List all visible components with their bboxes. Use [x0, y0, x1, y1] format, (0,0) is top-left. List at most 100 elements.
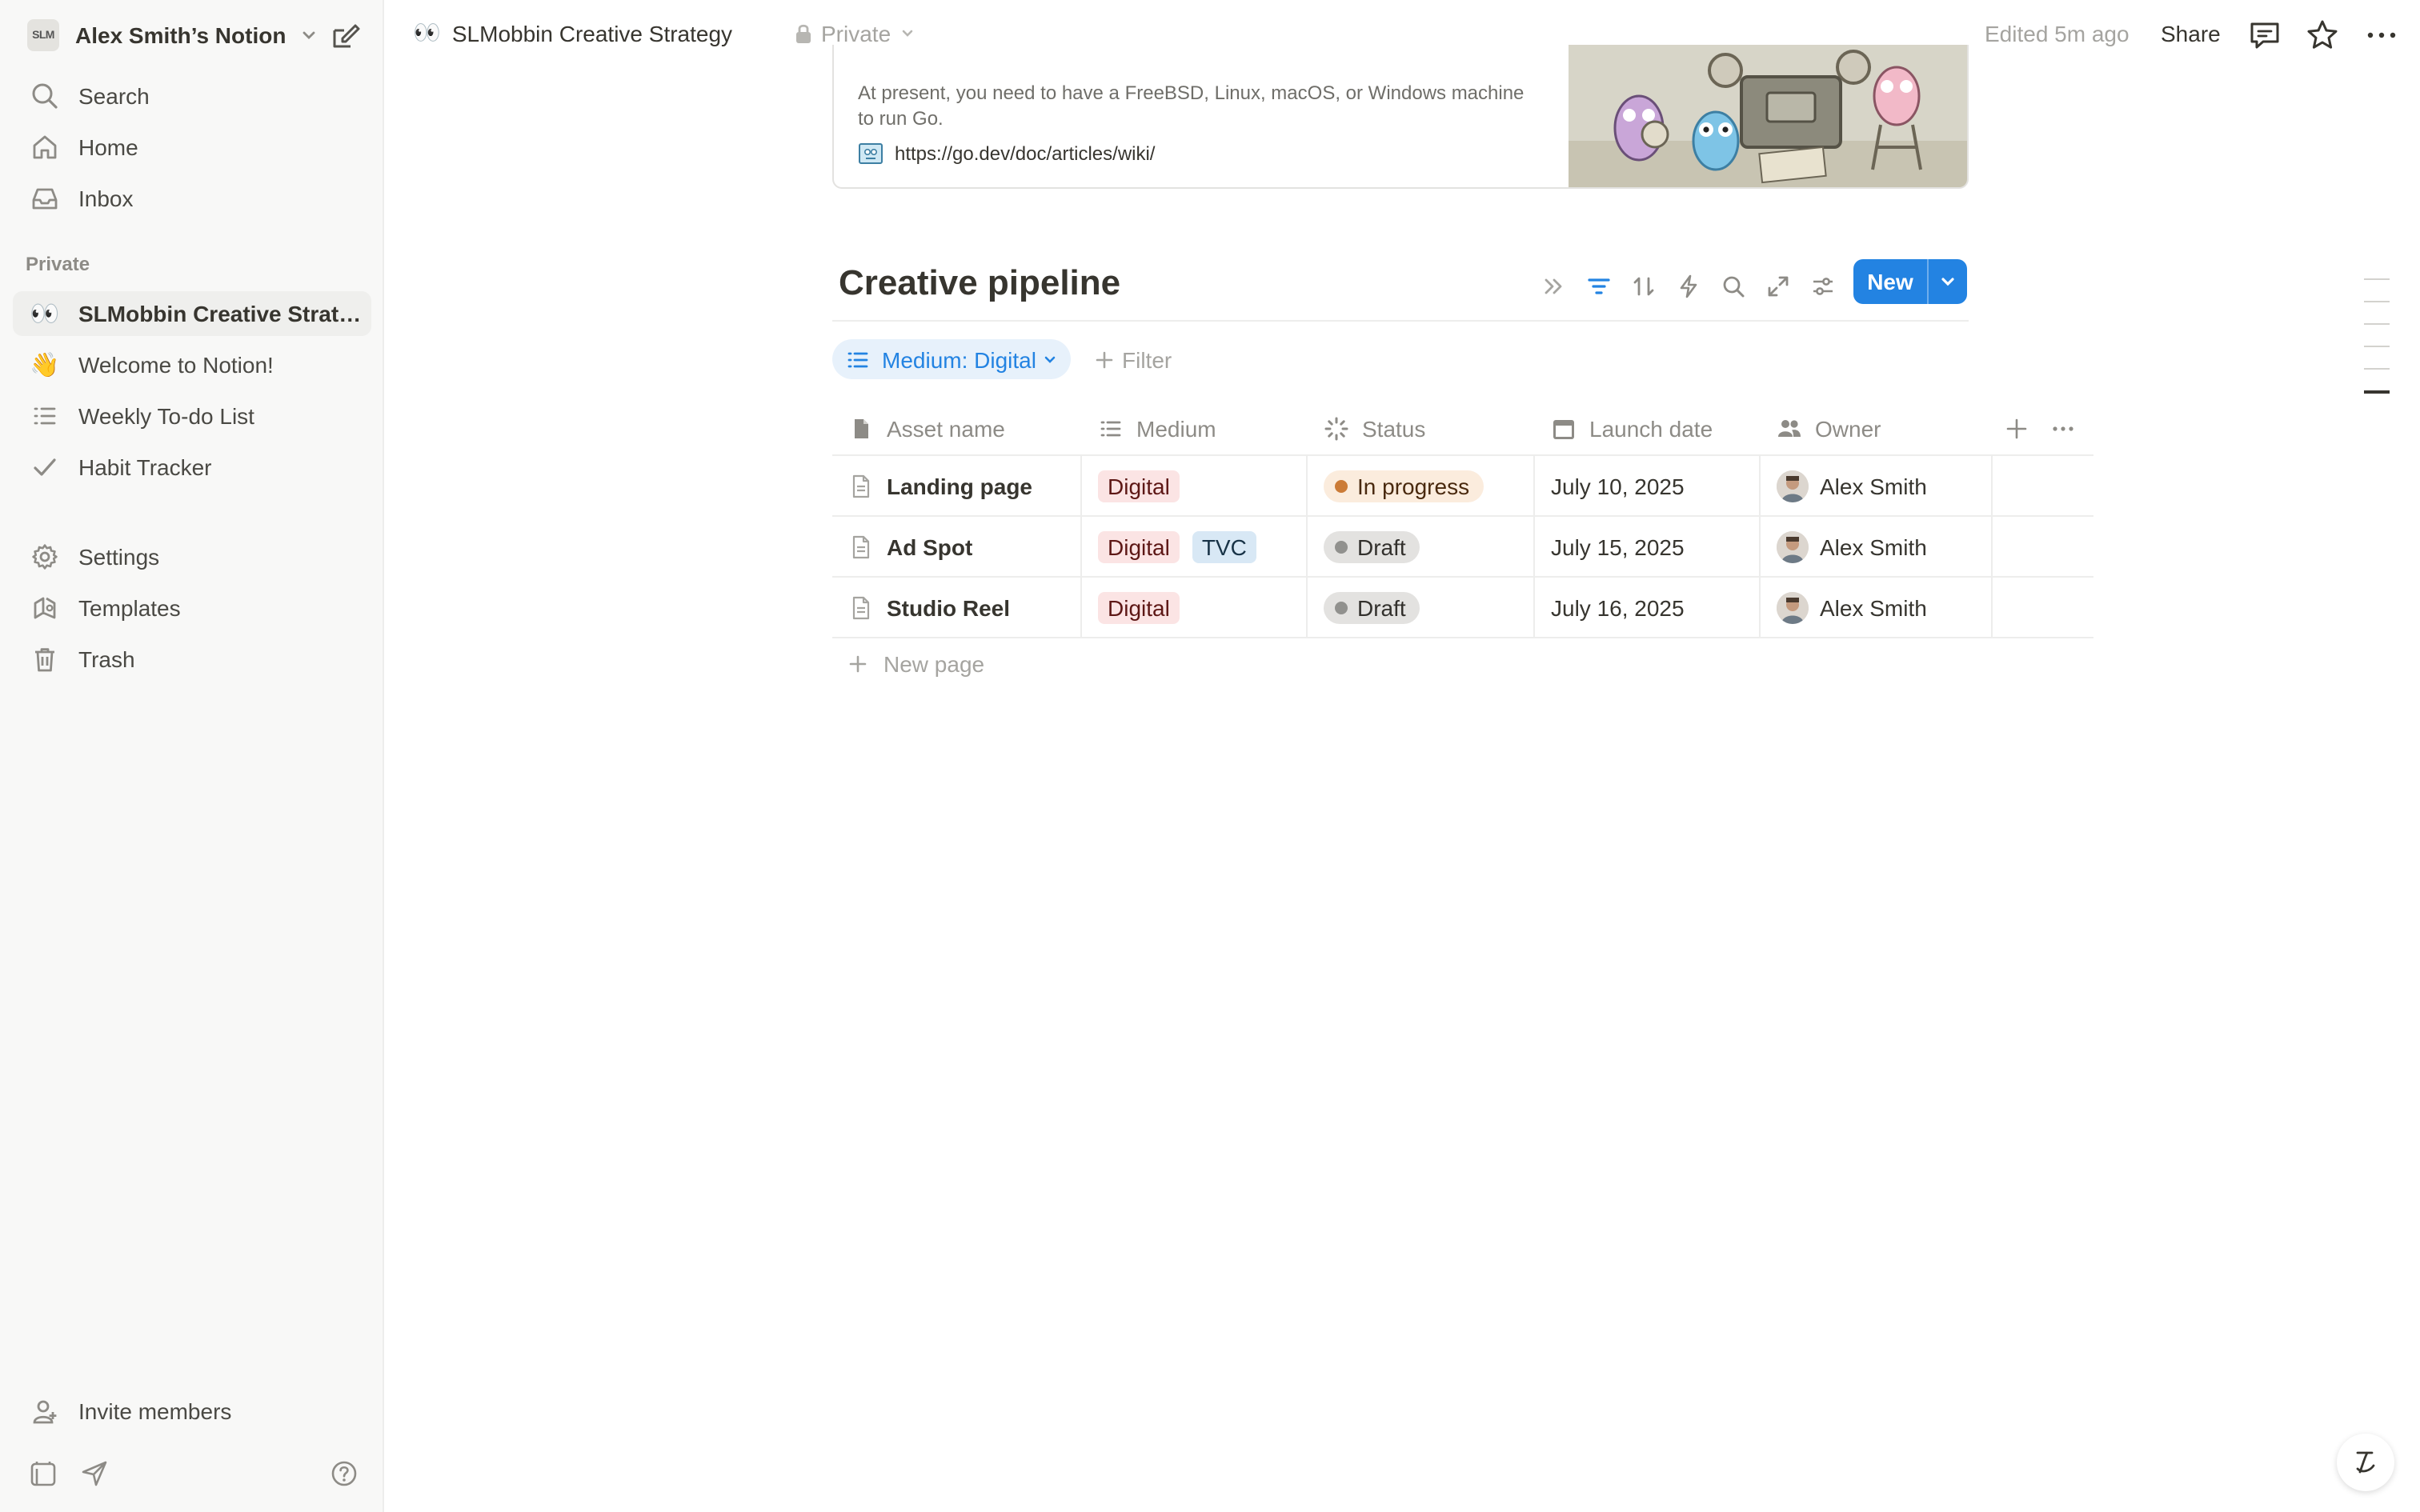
more-options-icon[interactable] [2364, 18, 2399, 53]
status-cell[interactable]: Draft [1308, 578, 1535, 637]
owner-cell[interactable]: Alex Smith [1761, 517, 1993, 576]
sidebar-item-habit-tracker[interactable]: Habit Tracker [13, 445, 371, 490]
sidebar-item-templates[interactable]: Templates [13, 586, 371, 630]
breadcrumb[interactable]: 👀 SLMobbin Creative Strategy [413, 19, 732, 46]
workspace-switcher[interactable]: SLM Alex Smith’s Notion [13, 13, 371, 58]
sidebar-item-welcome[interactable]: 👋 Welcome to Notion! [13, 342, 371, 387]
column-header-owner[interactable]: Owner [1761, 403, 1993, 454]
status-cell[interactable]: Draft [1308, 517, 1535, 576]
more-options-icon[interactable] [2050, 418, 2076, 440]
list-icon [1098, 416, 1124, 442]
owner-cell[interactable]: Alex Smith [1761, 456, 1993, 515]
status-cell[interactable]: In progress [1308, 456, 1535, 515]
sidebar-item-label: Search [78, 83, 150, 109]
table-of-contents-minimap[interactable] [2364, 278, 2390, 414]
medium-tag: Digital [1098, 530, 1180, 562]
owner-cell[interactable]: Alex Smith [1761, 578, 1993, 637]
avatar [1777, 530, 1809, 562]
asset-name-cell[interactable]: Ad Spot [832, 517, 1082, 576]
ai-assistant-button[interactable] [2337, 1434, 2394, 1491]
workspace-name: Alex Smith’s Notion [75, 22, 286, 48]
share-button[interactable]: Share [2161, 21, 2221, 46]
add-filter-button[interactable]: Filter [1095, 347, 1172, 373]
expand-icon[interactable] [1764, 272, 1793, 301]
asset-name-cell[interactable]: Studio Reel [832, 578, 1082, 637]
search-icon[interactable] [1719, 272, 1748, 301]
invite-members-button[interactable]: Invite members [13, 1389, 371, 1434]
launch-date-cell[interactable]: July 16, 2025 [1535, 578, 1761, 637]
sidebar-item-search[interactable]: Search [13, 74, 371, 118]
star-icon[interactable] [2305, 18, 2340, 53]
sidebar-item-weekly-todo[interactable]: Weekly To-do List [13, 394, 371, 438]
launch-date-cell[interactable]: July 15, 2025 [1535, 517, 1761, 576]
chevron-down-icon[interactable] [1929, 272, 1967, 291]
column-header-medium[interactable]: Medium [1082, 403, 1308, 454]
new-page-compose-icon[interactable] [328, 19, 363, 54]
sidebar-item-home[interactable]: Home [13, 125, 371, 170]
empty-cell [1993, 517, 2093, 576]
chevron-down-icon [1045, 355, 1056, 362]
table-row[interactable]: Studio Reel Digital Draft July 16, 2025 … [832, 578, 2093, 638]
table-row[interactable]: Landing page Digital In progress July 10… [832, 456, 2093, 517]
asset-name: Landing page [887, 473, 1032, 498]
trash-icon [29, 643, 61, 675]
web-bookmark-card[interactable]: At present, you need to have a FreeBSD, … [832, 45, 1969, 189]
add-filter-label: Filter [1122, 347, 1172, 373]
settings-sliders-icon[interactable] [1809, 272, 1837, 301]
add-property-plus-icon[interactable] [2005, 418, 2028, 440]
medium-tag: Digital [1098, 591, 1180, 623]
sidebar-item-trash[interactable]: Trash [13, 637, 371, 682]
sidebar-item-label: Settings [78, 544, 160, 570]
privacy-menu[interactable]: Private [794, 21, 915, 46]
calendar-icon[interactable] [29, 1459, 58, 1488]
double-chevron-right-icon[interactable] [1540, 272, 1569, 301]
sidebar-item-label: Welcome to Notion! [78, 352, 274, 378]
status-label: In progress [1357, 473, 1470, 498]
medium-cell[interactable]: Digital TVC [1082, 517, 1308, 576]
section-label-private[interactable]: Private [26, 253, 90, 275]
column-header-launch-date[interactable]: Launch date [1535, 403, 1761, 454]
send-icon[interactable] [80, 1459, 109, 1488]
database-title[interactable]: Creative pipeline [839, 262, 1120, 304]
search-icon [29, 80, 61, 112]
database-table: Asset name Medium Status Launch date Own… [832, 403, 2093, 638]
column-header-label: Owner [1815, 416, 1881, 442]
sidebar-item-settings[interactable]: Settings [13, 534, 371, 579]
filter-chip-medium[interactable]: Medium: Digital [832, 339, 1072, 379]
avatar [1777, 591, 1809, 623]
asset-name-cell[interactable]: Landing page [832, 456, 1082, 515]
filter-icon[interactable] [1585, 272, 1613, 301]
status-dot [1335, 540, 1348, 553]
inbox-icon [29, 182, 61, 214]
column-header-label: Launch date [1589, 416, 1713, 442]
status-dot [1335, 479, 1348, 492]
help-icon[interactable] [330, 1459, 359, 1488]
waving-hand-emoji-icon: 👋 [30, 352, 60, 379]
sidebar-item-inbox[interactable]: Inbox [13, 176, 371, 221]
owner: Alex Smith [1777, 591, 1927, 623]
column-header-asset-name[interactable]: Asset name [832, 403, 1082, 454]
comments-icon[interactable] [2247, 18, 2282, 53]
database-toolbar [1540, 266, 1837, 307]
asset-name: Studio Reel [887, 594, 1011, 620]
list-icon [29, 400, 61, 432]
medium-cell[interactable]: Digital [1082, 578, 1308, 637]
sidebar-item-slmobbin-creative-strategy[interactable]: 👀 SLMobbin Creative Strategy [13, 291, 371, 336]
sidebar-item-label: Habit Tracker [78, 454, 212, 480]
toc-line [2364, 301, 2390, 302]
new-row-button[interactable]: New [1853, 259, 1967, 304]
launch-date-cell[interactable]: July 10, 2025 [1535, 456, 1761, 515]
eyes-emoji-icon: 👀 [413, 19, 441, 45]
medium-cell[interactable]: Digital [1082, 456, 1308, 515]
check-icon [29, 451, 61, 483]
sort-icon[interactable] [1629, 272, 1658, 301]
bookmark-url[interactable]: https://go.dev/doc/articles/wiki/ [858, 141, 1156, 166]
sidebar-footer [26, 1456, 371, 1491]
lightning-icon[interactable] [1674, 272, 1703, 301]
gopher-illustration-image [1569, 45, 1967, 187]
column-header-status[interactable]: Status [1308, 403, 1535, 454]
table-row[interactable]: Ad Spot Digital TVC Draft July 15, 2025 … [832, 517, 2093, 578]
plus-icon [1096, 351, 1113, 369]
add-person-icon [29, 1395, 61, 1427]
new-page-row-button[interactable]: New page [848, 651, 984, 677]
